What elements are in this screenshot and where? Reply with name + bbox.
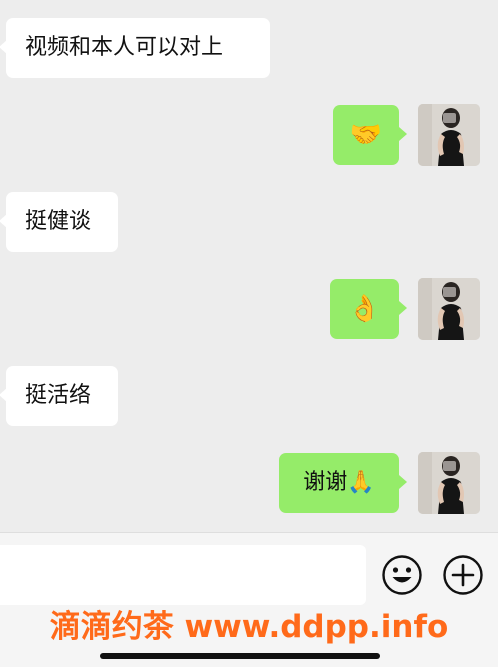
user-avatar-icon (418, 278, 480, 340)
outgoing-message-bubble[interactable]: 👌 (330, 279, 407, 339)
message-input[interactable] (0, 545, 366, 605)
message-text: 挺活络 (25, 383, 92, 408)
emoji-button[interactable] (381, 554, 423, 596)
outgoing-message-bubble[interactable]: 🤝 (333, 105, 407, 165)
avatar[interactable] (418, 104, 480, 166)
ok-hand-emoji: 👌 (348, 294, 381, 324)
avatar[interactable] (418, 452, 480, 514)
incoming-message-bubble[interactable]: 视频和本人可以对上 (0, 18, 270, 78)
message-text: 视频和本人可以对上 (25, 35, 224, 60)
chat-message-area[interactable]: 视频和本人可以对上 🤝 挺健谈 👌 挺活络 谢谢🙏 (0, 0, 498, 532)
message-text: 挺健谈 (25, 209, 92, 234)
incoming-message-bubble[interactable]: 挺活络 (0, 366, 118, 426)
user-avatar-icon (418, 104, 480, 166)
plus-circle-icon (443, 555, 483, 595)
more-button[interactable] (442, 554, 484, 596)
user-avatar-icon (418, 452, 480, 514)
input-bar (0, 532, 498, 667)
message-text: 谢谢🙏 (303, 470, 375, 495)
smiley-face-icon (382, 555, 422, 595)
avatar[interactable] (418, 278, 480, 340)
outgoing-message-bubble[interactable]: 谢谢🙏 (279, 453, 407, 513)
home-indicator[interactable] (100, 653, 380, 659)
handshake-emoji: 🤝 (349, 120, 383, 150)
watermark-text: 滴滴约茶 www.ddpp.info (49, 609, 449, 645)
incoming-message-bubble[interactable]: 挺健谈 (0, 192, 118, 252)
